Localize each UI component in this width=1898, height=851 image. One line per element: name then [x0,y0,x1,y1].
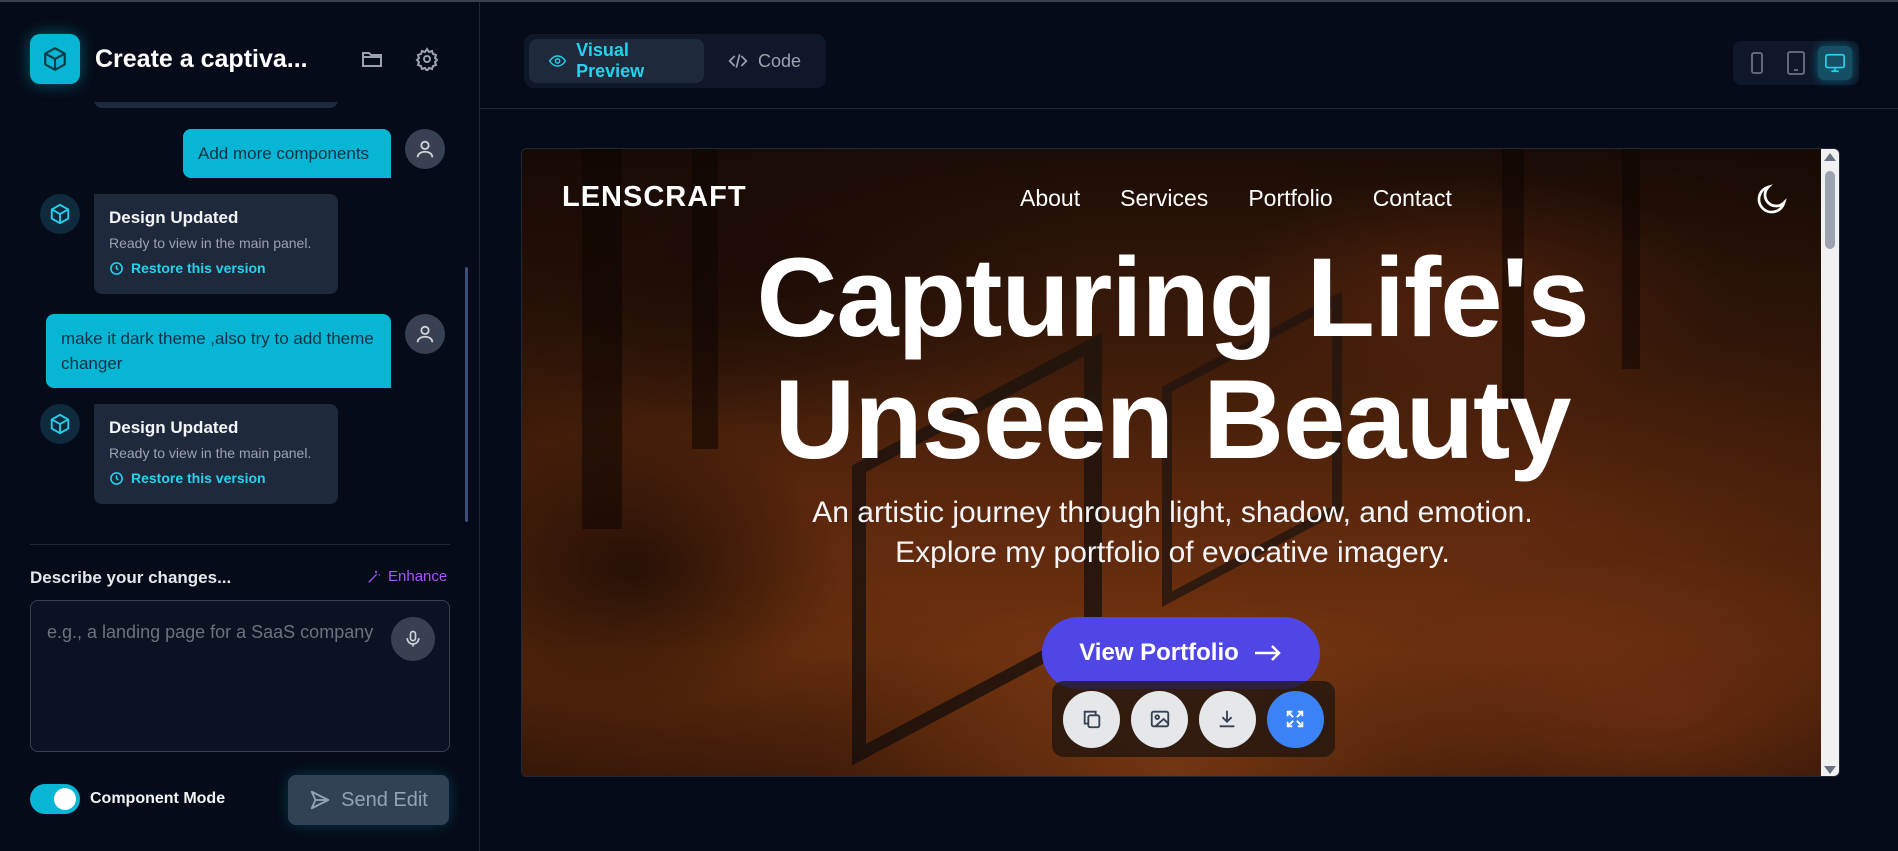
image-icon[interactable] [1131,690,1189,748]
restore-label: Restore this version [131,470,266,486]
copy-icon[interactable] [1063,690,1121,748]
toggle-knob [54,788,76,810]
tablet-icon[interactable] [1779,46,1813,80]
clock-icon [110,471,123,485]
nav-link-about[interactable]: About [1020,185,1080,212]
download-icon[interactable] [1198,690,1256,748]
nav-link-portfolio[interactable]: Portfolio [1248,185,1332,212]
eye-icon [549,55,567,67]
folder-icon[interactable] [359,46,385,72]
sidebar: Create a captiva... Add more components … [0,2,480,851]
view-portfolio-button[interactable]: View Portfolio [1042,617,1320,689]
tab-label: Code [757,50,801,71]
message-subtitle: Ready to view in the main panel. [109,235,312,251]
component-mode-toggle[interactable] [30,784,80,814]
code-icon [728,54,748,68]
send-icon [310,790,330,810]
divider [30,544,450,545]
prompt-input[interactable] [47,617,387,727]
describe-label: Describe your changes... [30,568,232,587]
magic-wand-icon [368,570,380,583]
nav-link-contact[interactable]: Contact [1373,185,1452,212]
hero-heading-line: Unseen Beauty [774,357,1571,482]
site-nav: About Services Portfolio Contact [1020,185,1452,212]
clock-icon [110,261,123,275]
assistant-cube-icon [40,194,80,234]
device-switcher [1733,41,1859,85]
preview-frame[interactable]: LENSCRAFT About Services Portfolio Conta… [521,148,1840,777]
tab-visual-preview[interactable]: Visual Preview [529,39,704,83]
sidebar-header: Create a captiva... [30,33,450,85]
restore-label: Restore this version [131,260,266,276]
main-panel: Visual Preview Code LENSCRAFT About Serv… [480,2,1898,851]
send-edit-button[interactable]: Send Edit [288,775,449,825]
enhance-button[interactable]: Enhance [366,568,447,585]
tab-label: Visual Preview [576,40,645,81]
tab-code[interactable]: Code [708,39,821,83]
top-bar: Visual Preview Code [480,2,1898,109]
chat-scrollbar[interactable] [465,267,468,522]
settings-gear-icon[interactable] [414,46,440,72]
app-window: Create a captiva... Add more components … [0,0,1898,851]
component-mode-label: Component Mode [90,790,226,807]
restore-version-link[interactable]: Restore this version [109,260,323,276]
user-avatar-icon [405,129,445,169]
fullscreen-icon[interactable] [1266,690,1324,748]
assistant-message-card: Design Updated Ready to view in the main… [94,404,338,504]
desktop-icon[interactable] [1818,46,1853,80]
restore-version-link[interactable]: Restore this version [109,470,323,486]
assistant-cube-icon [40,404,80,444]
theme-toggle-moon-icon[interactable] [1754,181,1790,217]
user-message: Add more components [183,129,391,178]
app-logo-icon [30,34,80,84]
enhance-label: Enhance [388,568,448,585]
hero-background-image: LENSCRAFT About Services Portfolio Conta… [522,149,1823,776]
chat-history[interactable]: Add more components Design Updated Ready… [30,102,450,527]
microphone-button[interactable] [391,617,435,661]
scroll-up-arrow-icon[interactable] [1824,153,1836,161]
arrow-right-icon [1254,645,1281,661]
project-title: Create a captiva... [95,44,308,73]
prompt-input-box [30,600,450,752]
microphone-icon [406,630,420,647]
send-edit-label: Send Edit [341,788,428,811]
nav-link-services[interactable]: Services [1120,185,1208,212]
hero-subtitle-line: Explore my portfolio of evocative imager… [895,536,1450,569]
preview-scrollbar[interactable] [1821,149,1839,776]
preview-toolbar [1052,681,1335,757]
hero-heading: Capturing Life's Unseen Beauty [522,237,1823,481]
previous-message-card [94,102,338,108]
assistant-message-card: Design Updated Ready to view in the main… [94,194,338,294]
mobile-icon[interactable] [1740,46,1774,80]
hero-subtitle-line: An artistic journey through light, shado… [812,496,1533,529]
cta-label: View Portfolio [1079,639,1239,666]
site-logo[interactable]: LENSCRAFT [562,181,747,214]
message-title: Design Updated [109,208,239,227]
view-tabs: Visual Preview Code [524,34,826,88]
message-subtitle: Ready to view in the main panel. [109,445,312,461]
message-title: Design Updated [109,418,239,437]
user-avatar-icon [405,314,445,354]
user-message: make it dark theme ,also try to add them… [46,314,391,388]
hero-subtitle: An artistic journey through light, shado… [522,493,1823,573]
hero-heading-line: Capturing Life's [756,235,1590,360]
scrollbar-thumb[interactable] [1825,171,1835,249]
scroll-down-arrow-icon[interactable] [1824,766,1836,774]
